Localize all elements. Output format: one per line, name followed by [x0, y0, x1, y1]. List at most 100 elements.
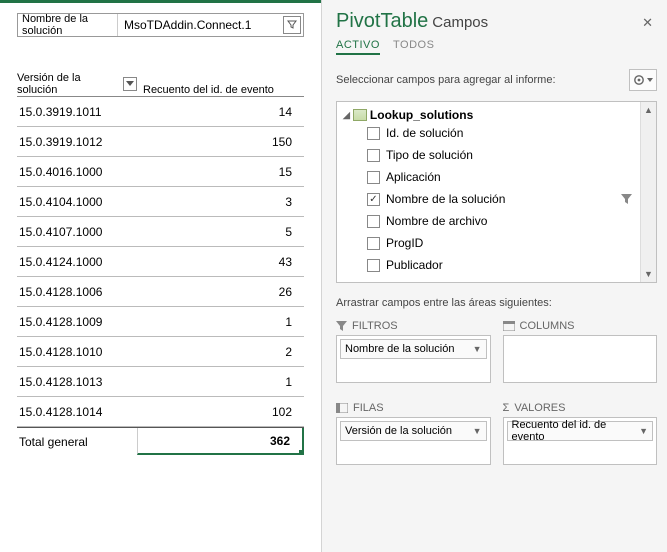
- select-fields-label: Seleccionar campos para agregar al infor…: [336, 74, 629, 86]
- columns-area: COLUMNS: [503, 317, 658, 389]
- field-label: Id. de solución: [386, 126, 463, 140]
- row-header-dropdown-icon[interactable]: [123, 77, 137, 91]
- table-row[interactable]: 15.0.4128.10102: [17, 337, 304, 367]
- checkbox[interactable]: [367, 259, 380, 272]
- row-count: 1: [137, 315, 304, 329]
- collapse-icon[interactable]: ◢: [343, 110, 350, 121]
- table-row[interactable]: 15.0.4128.1014102: [17, 397, 304, 427]
- row-pill[interactable]: Versión de la solución ▼: [340, 421, 487, 441]
- close-pane-button[interactable]: ✕: [638, 13, 657, 33]
- rows-icon: [336, 403, 348, 413]
- layout-options-button[interactable]: [629, 69, 657, 91]
- filters-dropzone[interactable]: Nombre de la solución ▼: [336, 335, 491, 383]
- table-icon: [353, 109, 367, 121]
- table-row[interactable]: 15.0.4128.10131: [17, 367, 304, 397]
- funnel-icon: [336, 321, 347, 332]
- row-version: 15.0.4128.1010: [17, 345, 137, 359]
- filter-icon[interactable]: [621, 194, 632, 205]
- tab-all[interactable]: TODOS: [393, 39, 434, 51]
- filters-label: FILTROS: [352, 320, 398, 332]
- table-row[interactable]: 15.0.4104.10003: [17, 187, 304, 217]
- tab-active[interactable]: ACTIVO: [336, 39, 380, 55]
- checkbox[interactable]: [367, 237, 380, 250]
- row-count: 150: [137, 135, 304, 149]
- chevron-down-icon[interactable]: ▼: [473, 426, 482, 436]
- field-item[interactable]: ProgID: [367, 232, 638, 254]
- field-item[interactable]: Nombre de archivo: [367, 210, 638, 232]
- select-fields-row: Seleccionar campos para agregar al infor…: [336, 69, 657, 91]
- row-version: 15.0.3919.1012: [17, 135, 137, 149]
- sigma-icon: Σ: [503, 402, 510, 414]
- checkbox[interactable]: [367, 215, 380, 228]
- table-node[interactable]: ◢ Lookup_solutions: [343, 108, 638, 122]
- rows-dropzone[interactable]: Versión de la solución ▼: [336, 417, 491, 465]
- row-count: 2: [137, 345, 304, 359]
- values-header: Σ VALORES: [503, 399, 658, 417]
- filters-header: FILTROS: [336, 317, 491, 335]
- table-row[interactable]: 15.0.4107.10005: [17, 217, 304, 247]
- columns-icon: [503, 321, 515, 331]
- grand-total-label: Total general: [17, 435, 137, 449]
- checkbox[interactable]: [367, 149, 380, 162]
- chevron-down-icon: [647, 78, 653, 82]
- pane-title-sub: Campos: [432, 14, 488, 31]
- table-row[interactable]: 15.0.4016.100015: [17, 157, 304, 187]
- table-row[interactable]: 15.0.3919.101114: [17, 97, 304, 127]
- values-area: Σ VALORES Recuento del id. de evento▼: [503, 399, 658, 471]
- pane-title-main: PivotTable: [336, 10, 428, 32]
- row-count: 1: [137, 375, 304, 389]
- pill-label: Versión de la solución: [345, 425, 452, 437]
- field-scrollbar[interactable]: ▲ ▼: [640, 102, 656, 282]
- filter-field-label: Nombre de la solución: [18, 14, 118, 36]
- chevron-down-icon[interactable]: ▼: [639, 426, 648, 436]
- report-filter: Nombre de la solución MsoTDAddin.Connect…: [17, 13, 304, 37]
- filter-pill[interactable]: Nombre de la solución ▼: [340, 339, 487, 359]
- row-count: 26: [137, 285, 304, 299]
- pivot-fields-pane: PivotTableCampos ✕ ACTIVO TODOS Seleccio…: [321, 0, 667, 552]
- row-version: 15.0.4104.1000: [17, 195, 137, 209]
- drag-areas-label: Arrastrar campos entre las áreas siguien…: [336, 297, 657, 309]
- row-header[interactable]: Versión de la solución: [17, 72, 137, 96]
- row-count: 15: [137, 165, 304, 179]
- field-item[interactable]: Id. de solución: [367, 122, 638, 144]
- values-dropzone[interactable]: Recuento del id. de evento▼: [503, 417, 658, 465]
- table-row[interactable]: 15.0.4124.100043: [17, 247, 304, 277]
- row-version: 15.0.4128.1013: [17, 375, 137, 389]
- rows-header: FILAS: [336, 399, 491, 417]
- row-version: 15.0.4128.1014: [17, 405, 137, 419]
- checkbox[interactable]: [367, 127, 380, 140]
- table-row[interactable]: 15.0.4128.10091: [17, 307, 304, 337]
- gear-icon: [633, 74, 645, 86]
- field-label: Nombre de archivo: [386, 214, 487, 228]
- grand-total-row[interactable]: Total general 362: [17, 427, 304, 455]
- field-label: ProgID: [386, 236, 423, 250]
- row-version: 15.0.3919.1011: [17, 105, 137, 119]
- field-label: Nombre de la solución: [386, 192, 505, 206]
- scroll-down-icon[interactable]: ▼: [641, 266, 656, 282]
- value-header-label: Recuento del id. de evento: [137, 84, 304, 96]
- checkbox[interactable]: [367, 171, 380, 184]
- field-item[interactable]: Tipo de solución: [367, 144, 638, 166]
- checkbox-checked[interactable]: ✓: [367, 193, 380, 206]
- field-item[interactable]: Publicador: [367, 254, 638, 276]
- row-version: 15.0.4016.1000: [17, 165, 137, 179]
- columns-label: COLUMNS: [520, 320, 575, 332]
- rows-area: FILAS Versión de la solución ▼: [336, 399, 491, 471]
- table-name: Lookup_solutions: [370, 108, 473, 122]
- columns-dropzone[interactable]: [503, 335, 658, 383]
- rows-label: FILAS: [353, 402, 384, 414]
- field-item[interactable]: ✓ Nombre de la solución: [367, 188, 638, 210]
- row-count: 43: [137, 255, 304, 269]
- chevron-down-icon[interactable]: ▼: [473, 344, 482, 354]
- filter-dropdown-button[interactable]: [283, 16, 301, 34]
- row-count: 102: [137, 405, 304, 419]
- grand-total-value: 362: [137, 428, 304, 455]
- field-item[interactable]: Aplicación: [367, 166, 638, 188]
- scroll-up-icon[interactable]: ▲: [641, 102, 656, 118]
- table-row[interactable]: 15.0.4128.100626: [17, 277, 304, 307]
- pill-label: Nombre de la solución: [345, 343, 454, 355]
- filter-value: MsoTDAddin.Connect.1: [118, 18, 283, 32]
- table-row[interactable]: 15.0.3919.1012150: [17, 127, 304, 157]
- value-pill[interactable]: Recuento del id. de evento▼: [507, 421, 654, 441]
- field-label: Publicador: [386, 258, 443, 272]
